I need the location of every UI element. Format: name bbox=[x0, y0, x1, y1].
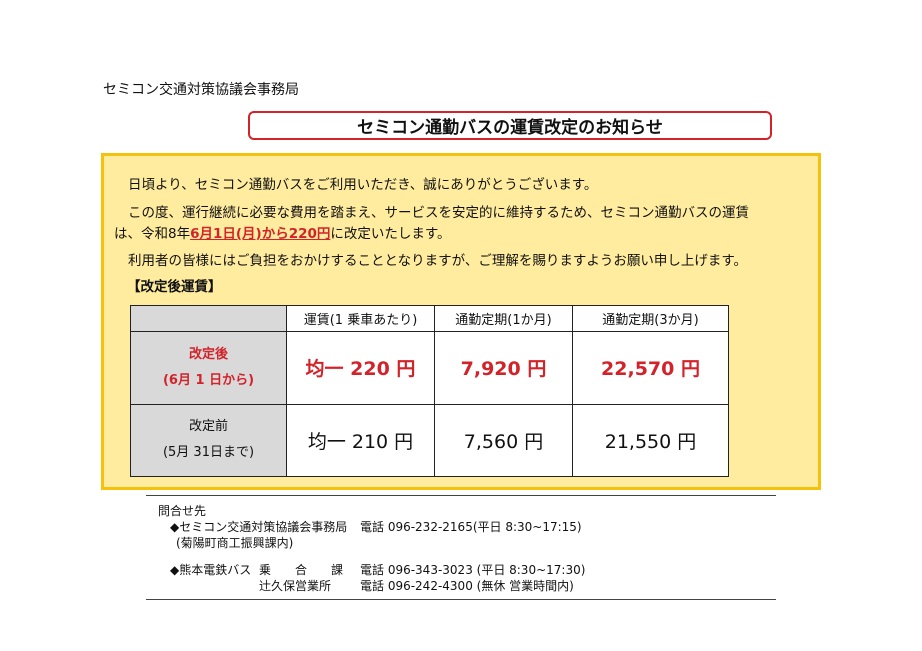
row-label-after-period: (6月 1 日から) bbox=[162, 372, 255, 388]
header-pass-3month: 通勤定期(3か月) bbox=[572, 305, 729, 332]
contact-section: 問合せ先 ◆セミコン交通対策協議会事務局 電話 096-232-2165(平日 … bbox=[146, 495, 776, 600]
contact-org-2: ◆熊本電鉄バス bbox=[170, 563, 252, 577]
header-single-fare: 運賃(1 乗車あたり) bbox=[286, 305, 435, 332]
row-label-before: 改定前 (5月 31日まで) bbox=[130, 403, 287, 477]
fare-before-3month: 21,550 円 bbox=[572, 403, 729, 477]
organization-name: セミコン交通対策協議会事務局 bbox=[103, 82, 299, 98]
fare-before-1month: 7,560 円 bbox=[434, 403, 573, 477]
header-pass-1month: 通勤定期(1か月) bbox=[434, 305, 573, 332]
fare-before-single: 均一 210 円 bbox=[286, 403, 435, 477]
fare-table-corner bbox=[130, 305, 287, 332]
fare-heading: 【改定後運賃】 bbox=[127, 279, 222, 295]
fare-after-3month: 22,570 円 bbox=[572, 331, 729, 405]
fare-row-after: 改定後 (6月 1 日から) 均一 220 円 7,920 円 22,570 円 bbox=[130, 331, 729, 405]
fare-after-single: 均一 220 円 bbox=[286, 331, 435, 405]
contact-org-2-dept-1: 乗 合 課 bbox=[259, 563, 344, 577]
contact-org-1-phone: 電話 096-232-2165(平日 8:30~17:15) bbox=[360, 520, 582, 534]
row-label-before-period: (5月 31日まで) bbox=[162, 445, 255, 461]
fare-change-date: 6月1日(月)から220円 bbox=[190, 226, 331, 242]
fare-table: 運賃(1 乗車あたり) 通勤定期(1か月) 通勤定期(3か月) 改定後 (6月 … bbox=[130, 305, 729, 477]
contact-org-2-phone-1: 電話 096-343-3023 (平日 8:30~17:30) bbox=[360, 563, 586, 577]
contact-heading: 問合せ先 bbox=[158, 504, 207, 518]
contact-org-1: ◆セミコン交通対策協議会事務局 bbox=[170, 520, 348, 534]
fare-after-1month: 7,920 円 bbox=[434, 331, 573, 405]
row-label-before-title: 改定前 bbox=[188, 419, 228, 435]
row-label-after-title: 改定後 bbox=[188, 346, 228, 362]
contact-org-2-phone-2: 電話 096-242-4300 (無休 営業時間内) bbox=[360, 579, 574, 593]
notice-line-4: 利用者の皆様にはご負担をおかけすることとなりますが、ご理解を賜りますようお願い申… bbox=[128, 253, 747, 269]
contact-org-1-note: (菊陽町商工振興課内) bbox=[176, 536, 294, 550]
notice-panel: 日頃より、セミコン通勤バスをご利用いただき、誠にありがとうございます。 この度、… bbox=[101, 153, 821, 490]
notice-line-2: この度、運行継続に必要な費用を踏まえ、サービスを安定的に維持するため、セミコン通… bbox=[128, 205, 749, 221]
notice-line-3: は、令和8年6月1日(月)から220円に改定いたします。 bbox=[114, 222, 451, 242]
fare-table-header-row: 運賃(1 乗車あたり) 通勤定期(1か月) 通勤定期(3か月) bbox=[130, 305, 729, 332]
greeting-text: 日頃より、セミコン通勤バスをご利用いただき、誠にありがとうございます。 bbox=[128, 177, 598, 193]
notice-line-3-prefix: は、令和8年 bbox=[114, 226, 191, 242]
fare-row-before: 改定前 (5月 31日まで) 均一 210 円 7,560 円 21,550 円 bbox=[130, 403, 729, 477]
notice-title-text: セミコン通勤バスの運賃改定のお知らせ bbox=[357, 118, 663, 138]
contact-org-2-dept-2: 辻久保営業所 bbox=[259, 579, 332, 593]
notice-line-3-suffix: に改定いたします。 bbox=[330, 226, 451, 242]
row-label-after: 改定後 (6月 1 日から) bbox=[130, 331, 287, 405]
notice-title: セミコン通勤バスの運賃改定のお知らせ bbox=[248, 111, 772, 140]
